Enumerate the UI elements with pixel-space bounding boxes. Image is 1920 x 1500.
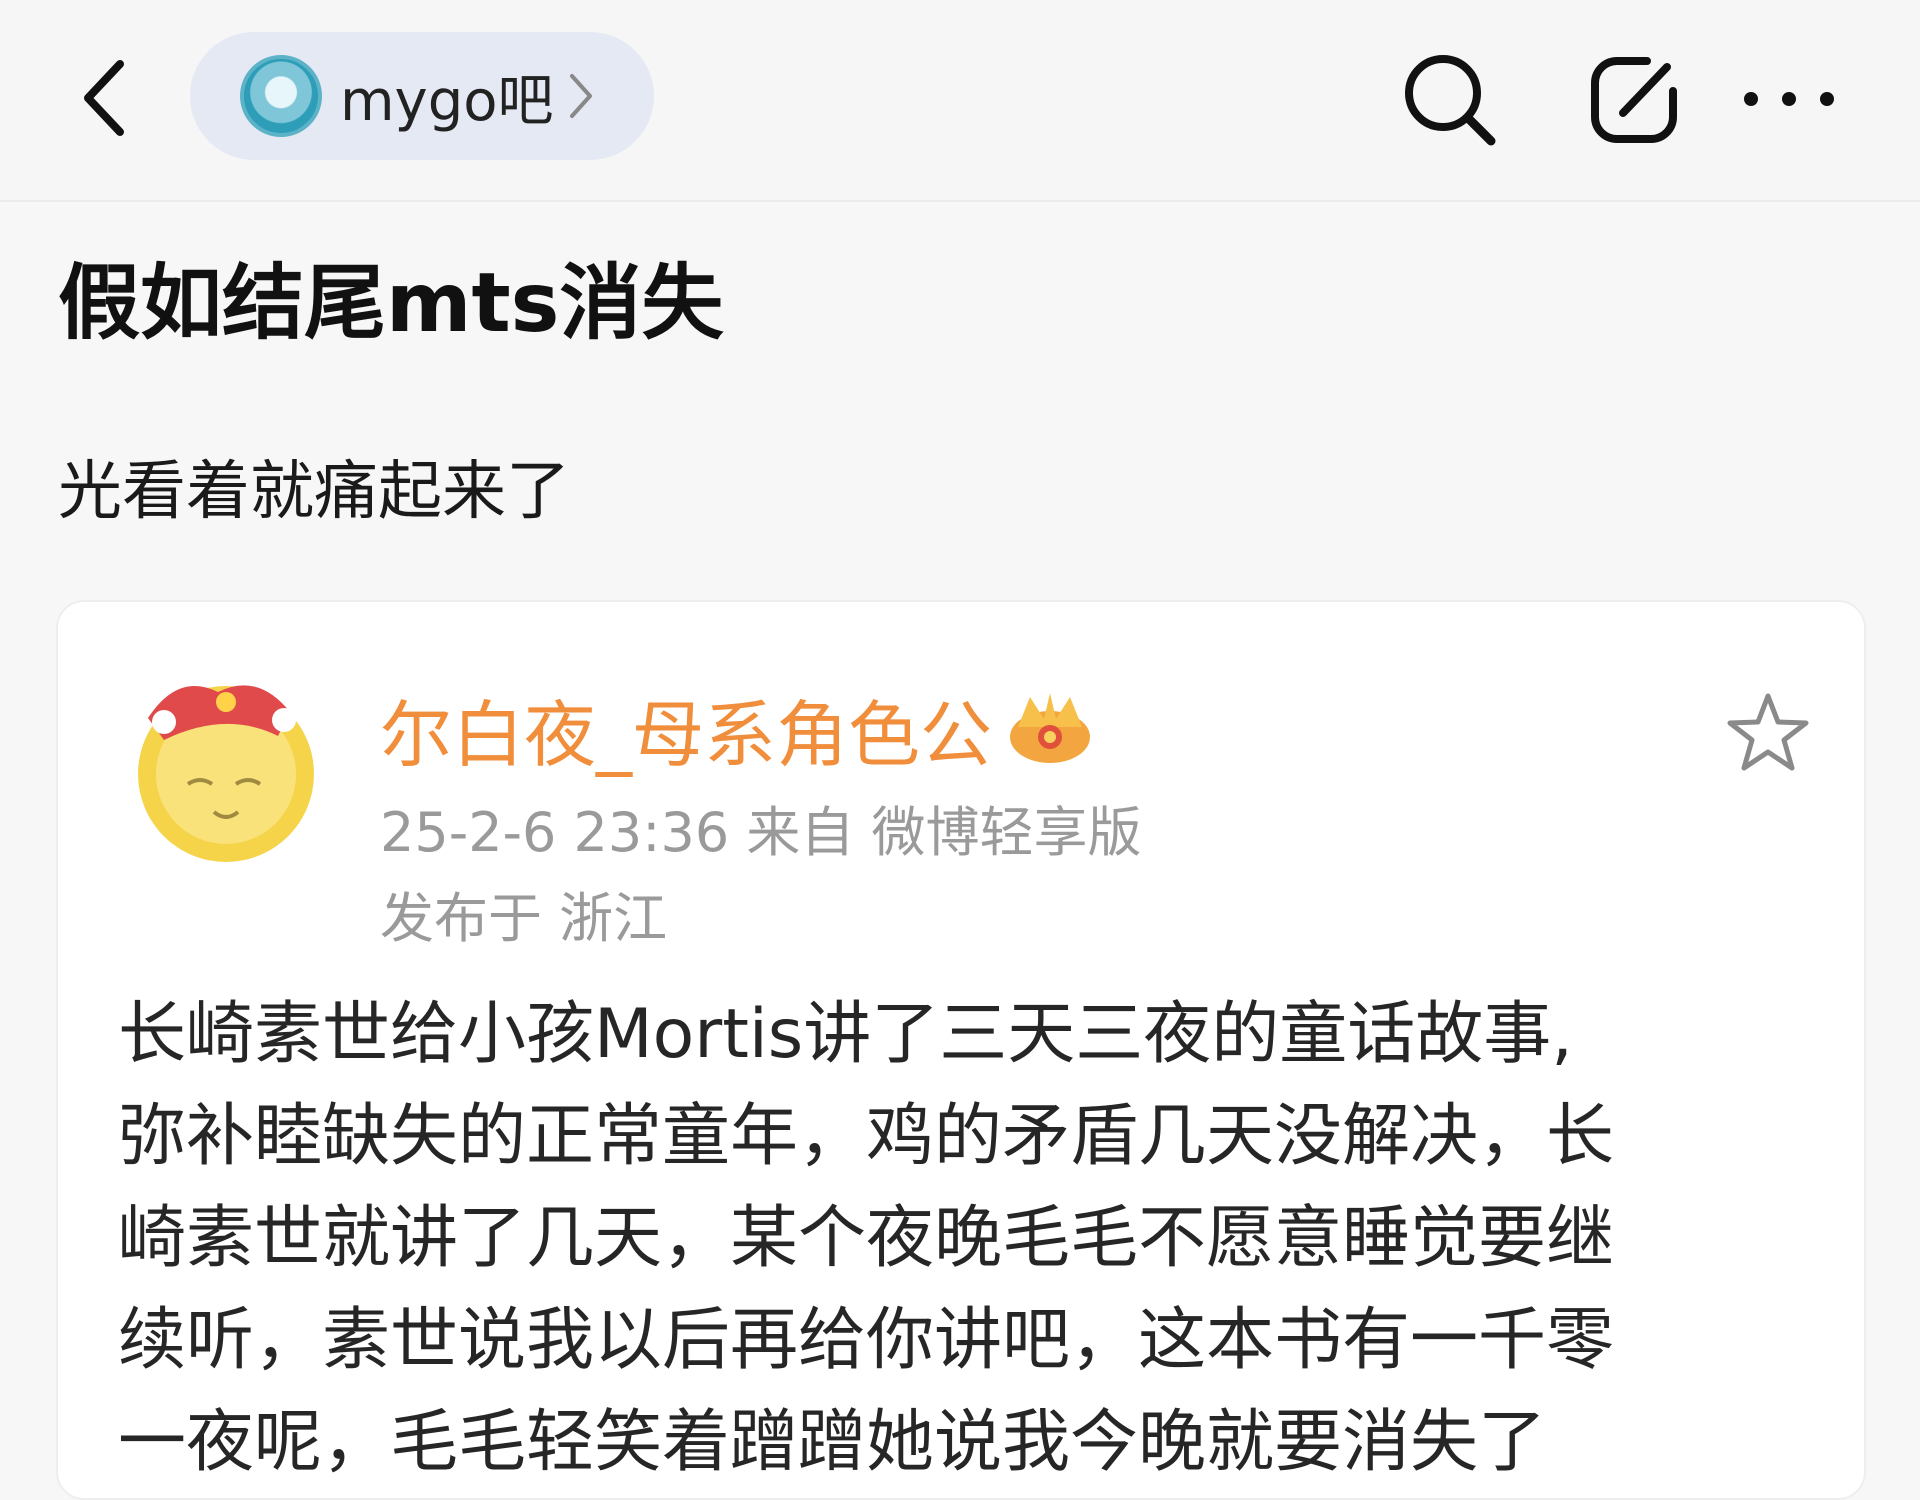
- weibo-text: 长崎素世给小孩Mortis讲了三天三夜的童话故事, 弥补睦缺失的正常童年，鸡的矛…: [118, 984, 1818, 1494]
- star-icon: [1727, 693, 1809, 771]
- share-button[interactable]: [1580, 44, 1690, 154]
- chevron-left-icon: [84, 60, 124, 136]
- weibo-text-line: 弥补睦缺失的正常童年，鸡的矛盾几天没解决，长: [118, 1097, 1615, 1176]
- post-title: 假如结尾mts消失: [58, 256, 724, 351]
- search-icon: [1405, 55, 1496, 146]
- weibo-user-avatar[interactable]: [118, 662, 328, 862]
- weibo-text-line: 一夜呢，毛毛轻笑着蹭蹭她说我今晚就要消失了: [118, 1403, 1547, 1482]
- favorite-button[interactable]: [1718, 682, 1818, 782]
- weibo-text-line: 续听，素世说我以后再给你讲吧，这本书有一千零: [118, 1301, 1615, 1380]
- forum-avatar: [240, 55, 322, 137]
- weibo-user-row: 尔白夜_母系角色公: [380, 676, 1096, 781]
- weibo-text-line: 崎素世就讲了几天，某个夜晚毛毛不愿意睡觉要继: [118, 1199, 1615, 1278]
- crown-badge-icon: [1004, 687, 1096, 771]
- post-body: 光看着就痛起来了: [58, 455, 570, 529]
- weibo-text-line: 长崎素世给小孩Mortis讲了三天三夜的童话故事,: [118, 995, 1573, 1074]
- share-icon: [1591, 57, 1677, 143]
- forum-name: mygo吧: [340, 68, 554, 134]
- weibo-location: 发布于 浙江: [380, 887, 668, 950]
- more-button[interactable]: [1734, 44, 1844, 154]
- forum-pill[interactable]: mygo吧: [190, 32, 654, 160]
- more-horizontal-icon: [1744, 92, 1834, 106]
- weibo-meta: 25-2-6 23:36 来自 微博轻享版: [380, 801, 1142, 864]
- search-button[interactable]: [1394, 44, 1504, 154]
- top-bar: mygo吧: [0, 0, 1920, 202]
- chevron-right-icon: [568, 72, 594, 120]
- weibo-username[interactable]: 尔白夜_母系角色公: [380, 676, 992, 781]
- embedded-weibo-card[interactable]: 尔白夜_母系角色公 25-2-6 23:36 来自 微博轻享版 发布于 浙江 长…: [56, 600, 1866, 1500]
- back-button[interactable]: [70, 48, 140, 148]
